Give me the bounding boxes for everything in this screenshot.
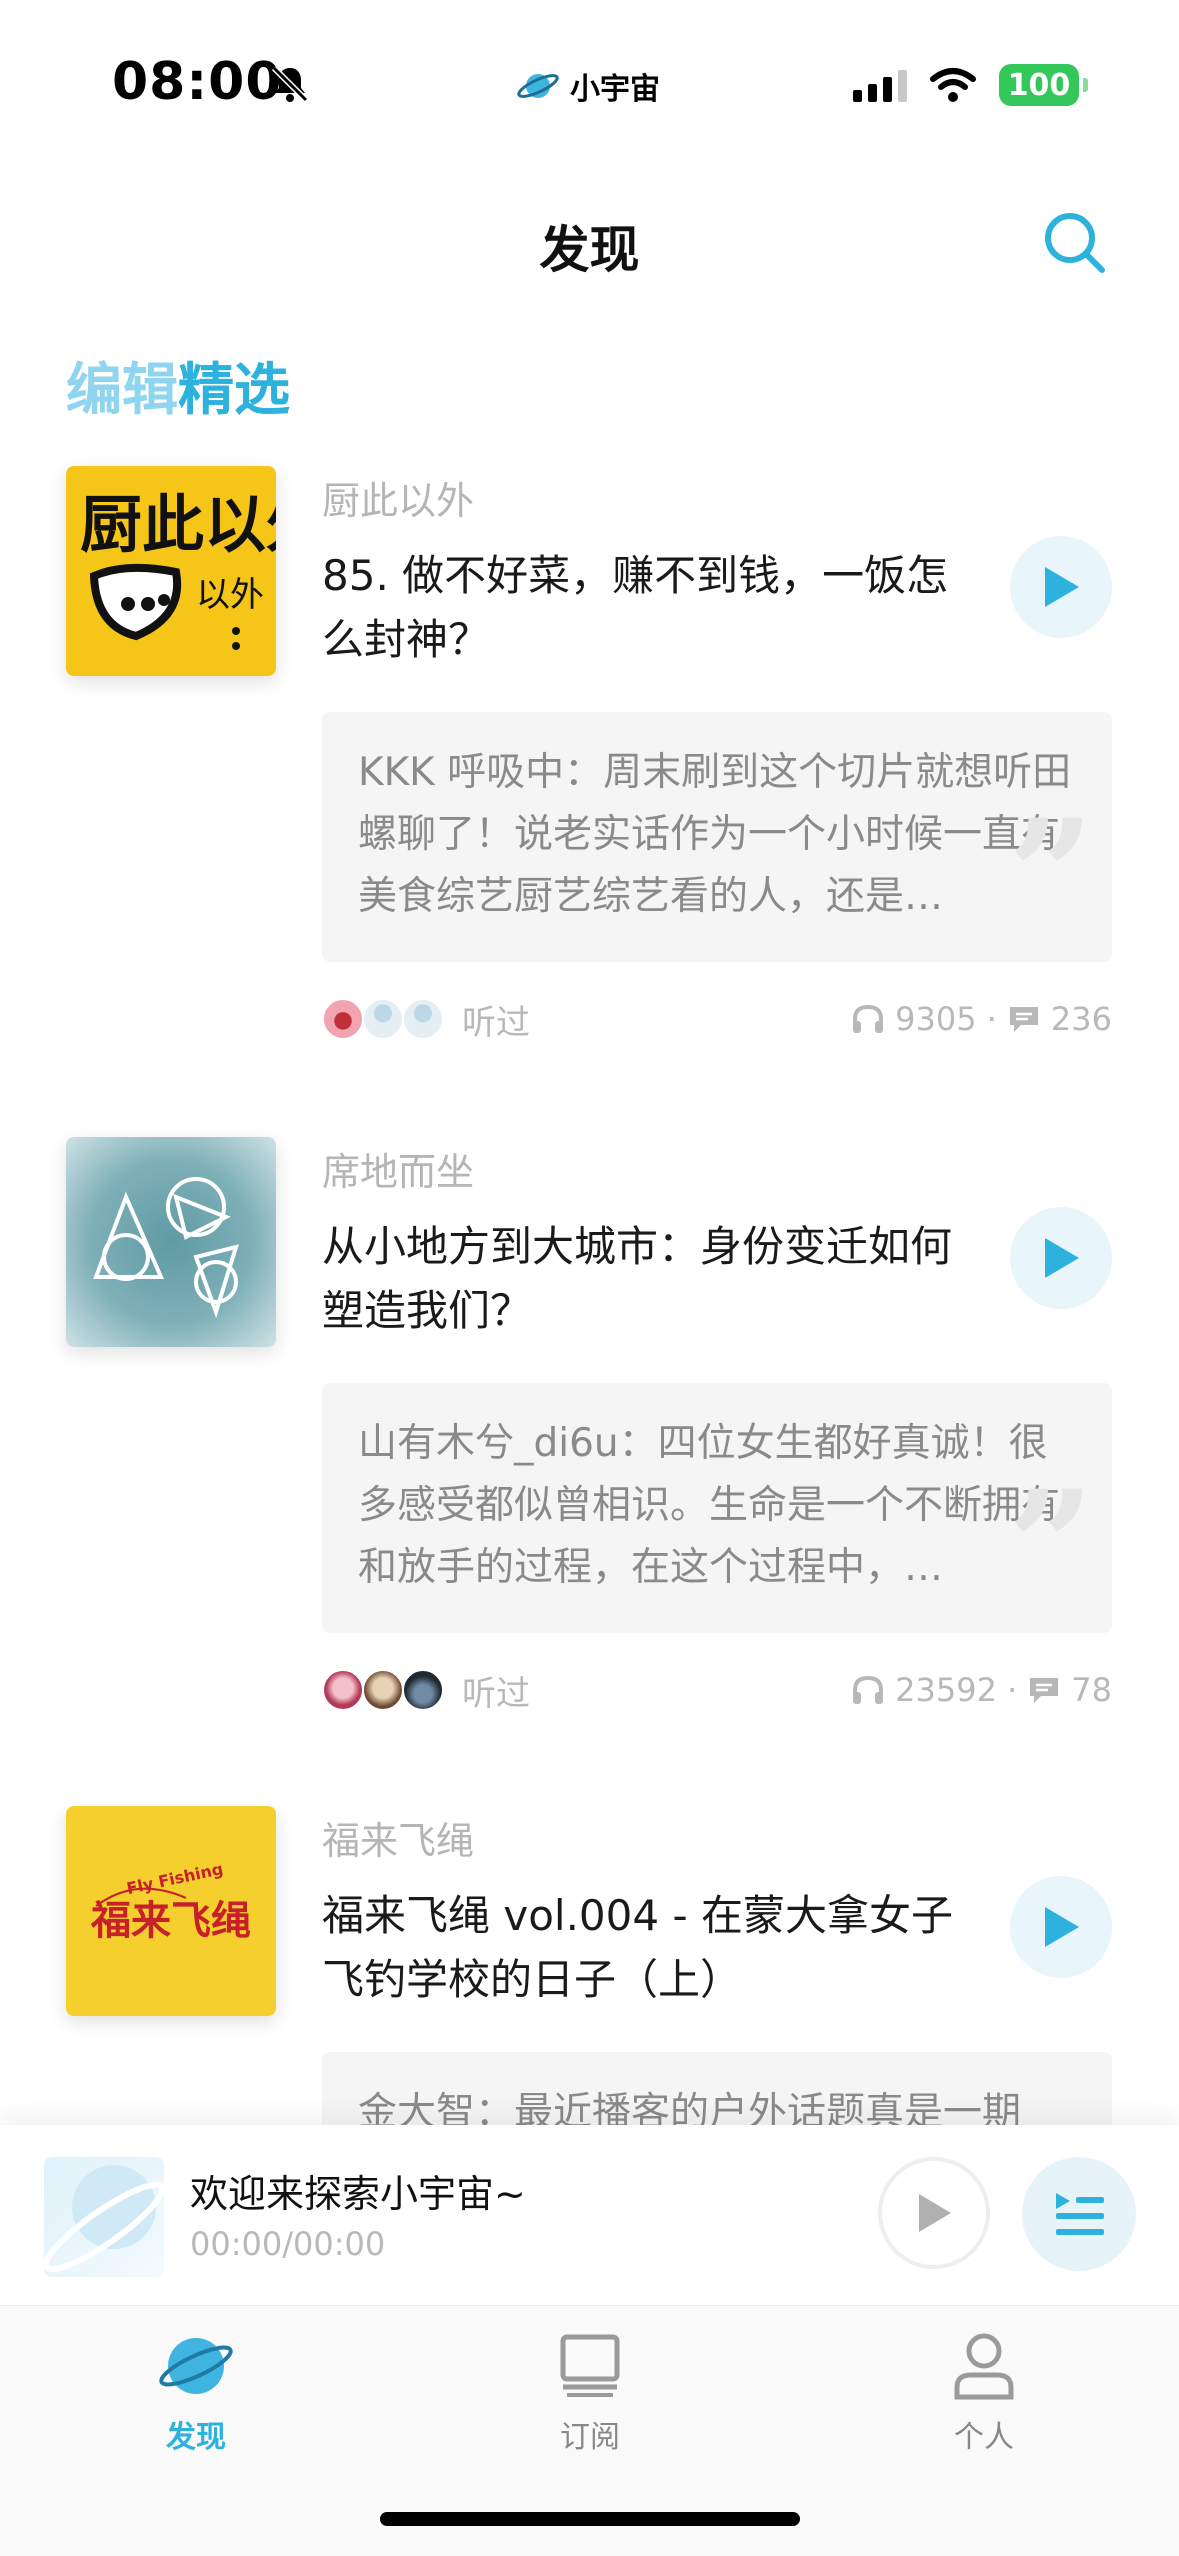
featured-comment[interactable]: 山有木兮_di6u：四位女生都好真诚！很多感受都似曾相识。生命是一个不断拥有和放…	[322, 1383, 1112, 1633]
episode-stats: 9305 · 236	[851, 1000, 1112, 1038]
episode-title[interactable]: 福来飞绳 vol.004 - 在蒙大拿女子飞钓学校的日子（上）	[322, 1884, 982, 2012]
featured-comment[interactable]: KKK 呼吸中：周末刷到这个切片就想听田螺聊了！说老实话作为一个小时候一直有美食…	[322, 712, 1112, 962]
podcast-cover[interactable]	[66, 1137, 276, 1347]
page-title: 发现	[539, 221, 640, 279]
play-icon	[919, 2194, 951, 2232]
quote-icon: ”	[1007, 787, 1094, 962]
tab-label: 订阅	[560, 2420, 620, 2455]
status-bar: 08:00 小宇宙 100	[0, 0, 1179, 170]
comment-text: 山有木兮_di6u：四位女生都好真诚！很多感受都似曾相识。生命是一个不断拥有和放…	[358, 1421, 1061, 1590]
play-icon	[1045, 567, 1079, 607]
listened-label: 听过	[462, 1673, 530, 1714]
cover-title: 厨此以外	[80, 488, 276, 561]
quote-icon: ”	[1007, 1458, 1094, 1633]
episode-title[interactable]: 从小地方到大城市：身份变迁如何塑造我们？	[322, 1215, 982, 1343]
episode-title[interactable]: 85. 做不好菜，赚不到钱，一饭怎么封神？	[322, 544, 982, 672]
podcast-cover[interactable]: 厨此以外 以外	[66, 466, 276, 676]
episode-stats: 23592 · 78	[851, 1671, 1112, 1709]
listener-avatars	[322, 998, 444, 1040]
play-count: 9305 ·	[895, 1000, 997, 1038]
avatar	[362, 1669, 404, 1711]
comment-text: KKK 呼吸中：周末刷到这个切片就想听田螺聊了！说老实话作为一个小时候一直有美食…	[358, 750, 1072, 919]
featured-comment[interactable]: 金大智：最近播客的户外话题真是一期	[322, 2052, 1112, 2125]
comment-icon	[1009, 1007, 1038, 1032]
podcast-name[interactable]: 席地而坐	[322, 1141, 474, 1196]
tab-discover[interactable]: 发现	[96, 2326, 296, 2456]
headphones-icon	[853, 1004, 884, 1033]
episode-meta: 听过 23592 · 78	[322, 1662, 1112, 1718]
bell-muted-icon	[271, 65, 309, 103]
playlist-icon	[1056, 2193, 1104, 2235]
podcast-name[interactable]: 厨此以外	[322, 470, 474, 525]
mini-player-title[interactable]: 欢迎来探索小宇宙~	[190, 2163, 526, 2218]
tab-profile[interactable]: 个人	[884, 2326, 1084, 2456]
play-icon	[1045, 1238, 1079, 1278]
tab-label: 个人	[954, 2420, 1014, 2455]
episode-meta: 听过 9305 · 236	[322, 991, 1112, 1047]
section-title: 编辑精选	[66, 345, 290, 426]
play-count: 23592 ·	[895, 1671, 1018, 1709]
mini-player[interactable]: 欢迎来探索小宇宙~ 00:00/00:00	[0, 2125, 1179, 2305]
play-button[interactable]	[1010, 536, 1112, 638]
avatar	[322, 1669, 364, 1711]
subscribe-icon	[550, 2326, 630, 2406]
podcast-cover[interactable]: Fly Fishing 福来飞绳	[66, 1806, 276, 2016]
section-title-part2: 精选	[178, 358, 290, 423]
comment-icon	[1030, 1678, 1059, 1703]
avatar	[402, 1669, 444, 1711]
search-icon[interactable]	[1040, 208, 1110, 278]
cover-art: 厨此以外 以外	[80, 488, 276, 650]
play-button[interactable]	[1010, 1207, 1112, 1309]
episode-card[interactable]: Fly Fishing 福来飞绳 福来飞绳 福来飞绳 vol.004 - 在蒙大…	[0, 1806, 1179, 2125]
planet-icon	[156, 2326, 236, 2406]
podcast-name[interactable]: 福来飞绳	[322, 1810, 474, 1865]
status-app-indicator: 小宇宙	[516, 64, 660, 108]
comment-count: 78	[1071, 1671, 1112, 1709]
comment-text: 金大智：最近播客的户外话题真是一期	[358, 2090, 1022, 2125]
mini-player-play-button[interactable]	[878, 2157, 990, 2269]
avatar	[322, 998, 364, 1040]
header: 发现	[0, 170, 1179, 310]
cover-art: Fly Fishing 福来飞绳	[90, 1859, 251, 1944]
mini-player-cover[interactable]	[44, 2157, 164, 2277]
cover-title: 福来飞绳	[90, 1898, 251, 1944]
signal-icon	[853, 68, 907, 102]
listener-avatars	[322, 1669, 444, 1711]
playlist-button[interactable]	[1022, 2157, 1136, 2271]
wifi-icon	[930, 68, 976, 102]
avatar	[362, 998, 404, 1040]
planet-icon	[44, 2165, 164, 2273]
status-time: 08:00	[112, 52, 283, 112]
person-icon	[944, 2326, 1024, 2406]
play-icon	[1045, 1907, 1079, 1947]
comment-count: 236	[1050, 1000, 1112, 1038]
status-right: 100	[853, 64, 1088, 106]
home-indicator[interactable]	[380, 2512, 800, 2526]
svg-text:以外: 以外	[196, 575, 264, 615]
battery-indicator: 100	[999, 64, 1088, 106]
cover-art	[93, 1177, 239, 1319]
cover-subtitle: Fly Fishing	[125, 1859, 225, 1898]
status-app-label: 小宇宙	[570, 72, 660, 107]
avatar	[402, 998, 444, 1040]
section-title-part1: 编辑	[66, 358, 178, 423]
mini-player-time: 00:00/00:00	[190, 2225, 386, 2263]
tab-label: 发现	[166, 2420, 226, 2455]
tab-subscriptions[interactable]: 订阅	[490, 2326, 690, 2456]
planet-icon	[517, 74, 559, 98]
listened-label: 听过	[462, 1002, 530, 1043]
headphones-icon	[853, 1675, 884, 1704]
play-button[interactable]	[1010, 1876, 1112, 1978]
